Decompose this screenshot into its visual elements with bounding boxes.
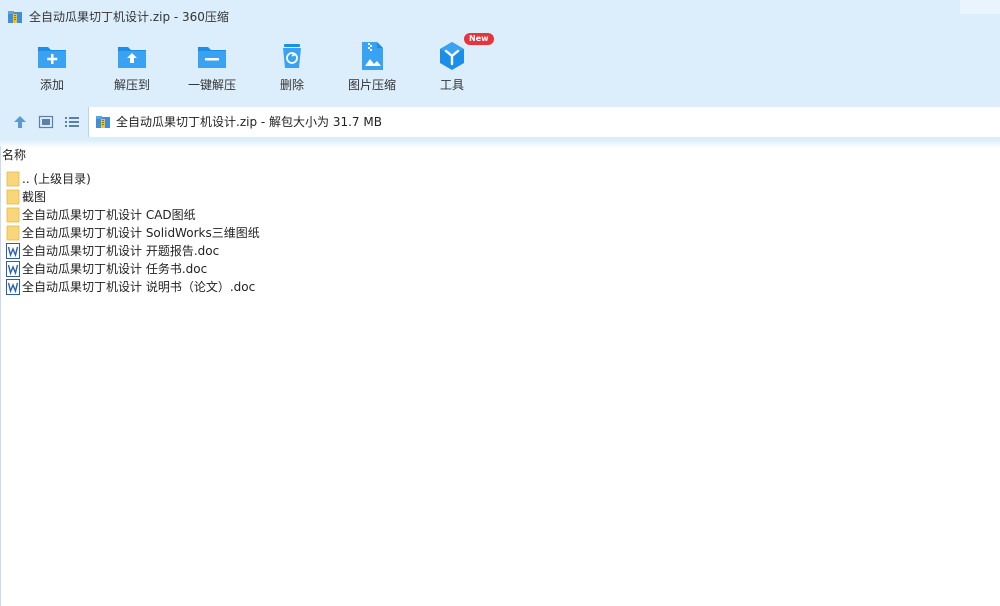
list-item[interactable]: 截图 [2, 188, 402, 206]
add-button[interactable]: 添加 [12, 34, 92, 104]
delete-button[interactable]: 删除 [252, 34, 332, 104]
zip-archive-icon [8, 11, 22, 23]
path-bar[interactable]: 全自动瓜果切丁机设计.zip - 解包大小为 31.7 MB [88, 107, 1000, 137]
folder-icon [6, 171, 20, 187]
list-item[interactable]: 全自动瓜果切丁机设计 任务书.doc [2, 260, 402, 278]
one-click-extract-icon [198, 47, 226, 68]
word-document-icon [6, 279, 20, 295]
add-icon [38, 47, 66, 68]
image-compress-button[interactable]: 图片压缩 [332, 34, 412, 104]
extract-to-button[interactable]: 解压到 [92, 34, 172, 104]
list-item[interactable]: .. (上级目录) [2, 170, 402, 188]
file-list: 名称 .. (上级目录) 截图 全自动瓜果切丁机设计 CAD图纸 全自动瓜果切丁… [0, 146, 1000, 606]
word-document-icon [6, 243, 20, 259]
image-compress-label: 图片压缩 [347, 78, 396, 92]
add-label: 添加 [39, 78, 64, 92]
file-name: 全自动瓜果切丁机设计 SolidWorks三维图纸 [22, 226, 260, 240]
window-title: 全自动瓜果切丁机设计.zip - 360压缩 [29, 10, 229, 24]
list-item[interactable]: 全自动瓜果切丁机设计 CAD图纸 [2, 206, 402, 224]
file-name: 全自动瓜果切丁机设计 CAD图纸 [22, 208, 196, 222]
list-item[interactable]: 全自动瓜果切丁机设计 SolidWorks三维图纸 [2, 224, 402, 242]
title-bar-controls[interactable] [960, 0, 1000, 14]
delete-label: 删除 [279, 78, 304, 92]
list-view-icon[interactable] [64, 114, 80, 130]
tools-icon [440, 42, 464, 70]
folder-icon [6, 225, 20, 241]
up-arrow-icon[interactable] [12, 114, 28, 130]
delete-icon [283, 44, 301, 68]
new-badge: New [464, 33, 494, 45]
file-name: 截图 [22, 190, 47, 204]
thumbnail-view-icon[interactable] [38, 114, 54, 130]
word-document-icon [6, 261, 20, 277]
one-click-extract-button[interactable]: 一键解压 [172, 34, 252, 104]
list-item[interactable]: 全自动瓜果切丁机设计 说明书（论文）.doc [2, 278, 402, 296]
one-click-extract-label: 一键解压 [187, 78, 236, 92]
extract-to-label: 解压到 [113, 78, 150, 92]
file-name: 全自动瓜果切丁机设计 说明书（论文）.doc [22, 280, 256, 294]
toolbar: 添加 解压到 一键解压 删除 图片压缩 New 工具 [0, 33, 1000, 104]
file-name: .. (上级目录) [22, 172, 91, 186]
tools-button[interactable]: New 工具 [412, 33, 494, 104]
extract-to-icon [118, 47, 146, 68]
list-item[interactable]: 全自动瓜果切丁机设计 开题报告.doc [2, 242, 402, 260]
folder-icon [6, 189, 20, 205]
path-text: 全自动瓜果切丁机设计.zip - 解包大小为 31.7 MB [116, 115, 382, 129]
folder-icon [6, 207, 20, 223]
column-header-name[interactable]: 名称 [2, 148, 26, 162]
image-compress-icon [362, 42, 383, 70]
file-name: 全自动瓜果切丁机设计 开题报告.doc [22, 244, 220, 258]
file-name: 全自动瓜果切丁机设计 任务书.doc [22, 262, 208, 276]
title-bar: 全自动瓜果切丁机设计.zip - 360压缩 [0, 0, 1000, 34]
zip-archive-icon [96, 116, 110, 128]
tools-label: 工具 [439, 78, 464, 92]
navigation-bar: 全自动瓜果切丁机设计.zip - 解包大小为 31.7 MB [0, 104, 1000, 140]
